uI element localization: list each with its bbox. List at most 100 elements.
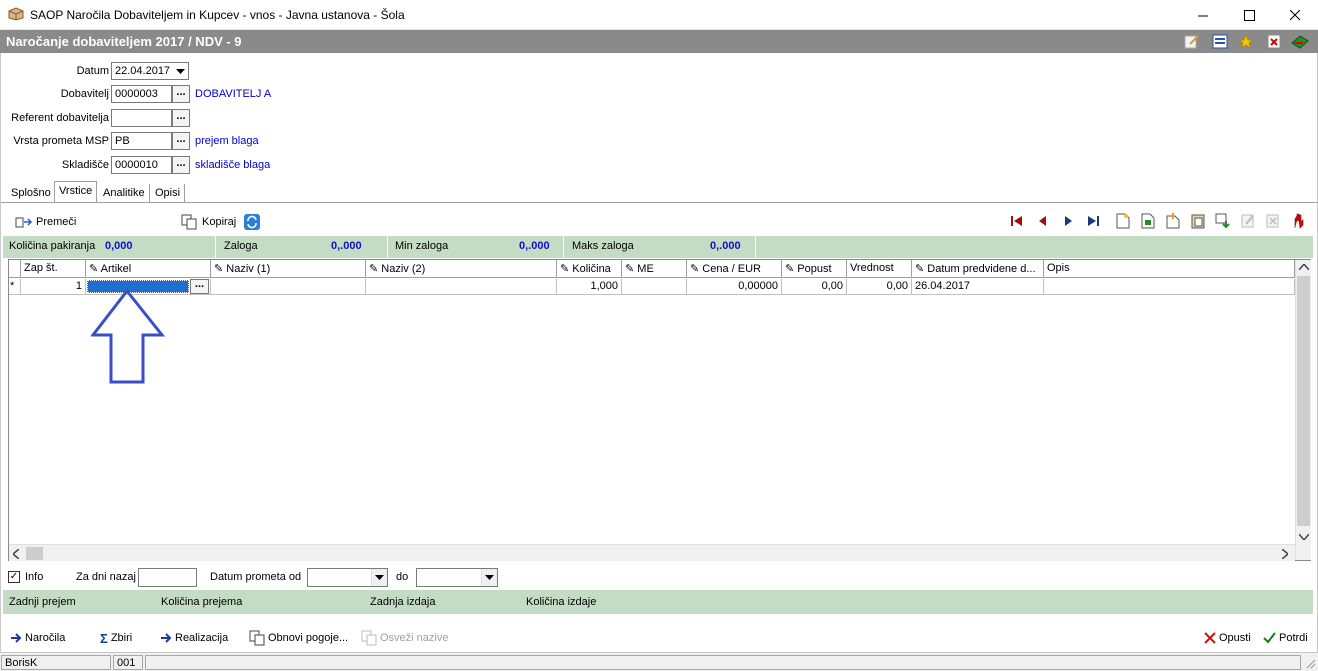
cell-naziv2[interactable] — [366, 279, 557, 295]
vrsta-prometa-field[interactable]: PB — [111, 132, 172, 150]
last-record-icon — [1088, 216, 1099, 226]
maximize-button[interactable] — [1226, 0, 1272, 30]
zadnja-izdaja-label: Zadnja izdaja — [370, 596, 436, 608]
tab-splosno[interactable]: Splošno — [7, 184, 56, 203]
copy-row-button[interactable] — [1138, 212, 1158, 230]
first-record-button[interactable] — [1007, 212, 1027, 230]
realizacija-label: Realizacija — [175, 632, 229, 644]
opusti-label: Opusti — [1219, 632, 1251, 644]
cancel-edit-button — [1263, 212, 1283, 230]
za-dni-nazaj-input[interactable] — [138, 568, 197, 587]
referent-label: Referent dobavitelja — [11, 112, 109, 124]
next-record-button[interactable] — [1058, 212, 1078, 230]
cell-popust[interactable]: 0,00 — [782, 279, 847, 295]
horizontal-scroll-thumb[interactable] — [26, 547, 43, 560]
column-header-naziv1[interactable]: ✎ Naziv (1) — [211, 260, 366, 278]
annotation-up-arrow-icon — [91, 289, 165, 384]
referent-browse-button[interactable]: ... — [172, 109, 190, 127]
row-marker: * — [9, 279, 21, 295]
close-form-button[interactable] — [1265, 33, 1283, 50]
favorite-button[interactable] — [1237, 33, 1255, 50]
dobavitelj-browse-button[interactable]: ... — [172, 85, 190, 103]
min-zaloga-cell: Min zaloga 0,.000 — [389, 236, 564, 258]
pencil-icon: ✎ — [560, 263, 570, 275]
resize-grip-icon[interactable] — [1304, 657, 1316, 669]
realizacija-button[interactable]: Realizacija — [160, 628, 228, 648]
form-header: Naročanje dobaviteljem 2017 / NDV - 9 — [0, 30, 1318, 53]
close-icon — [1289, 9, 1300, 20]
scroll-down-icon[interactable] — [1299, 534, 1309, 540]
datum-do-arrow[interactable] — [481, 569, 497, 586]
import-row-button[interactable] — [1213, 212, 1233, 230]
tab-analitike[interactable]: Analitike — [99, 184, 150, 203]
tab-opisi[interactable]: Opisi — [151, 184, 186, 203]
stop-button[interactable] — [1288, 212, 1308, 230]
column-header-vrednost[interactable]: Vrednost — [847, 260, 912, 278]
zbiri-button[interactable]: Σ Zbiri — [100, 628, 132, 648]
potrdi-button[interactable]: Potrdi — [1263, 628, 1308, 648]
datum-dropdown-button[interactable] — [172, 63, 188, 79]
narocila-button[interactable]: Naročila — [10, 628, 65, 648]
obnovi-pogoje-button[interactable]: Obnovi pogoje... — [249, 628, 348, 648]
paste-row-button[interactable] — [1188, 212, 1208, 230]
cell-zap[interactable]: 1 — [21, 279, 86, 295]
column-header-zap[interactable]: Zap št. — [21, 260, 86, 278]
cell-naziv1[interactable] — [211, 279, 366, 295]
insert-row-button[interactable] — [1163, 212, 1183, 230]
column-header-cena[interactable]: ✎ Cena / EUR — [687, 260, 782, 278]
vrsta-prometa-desc: prejem blaga — [195, 135, 259, 147]
column-header-artikel[interactable]: ✎ Artikel — [86, 260, 211, 278]
datum-od-dropdown[interactable] — [307, 568, 388, 587]
info-checkbox[interactable]: ✓ — [8, 571, 20, 583]
tab-vrstice[interactable]: Vrstice — [54, 181, 98, 203]
form-layout-button[interactable] — [1211, 33, 1229, 50]
minimize-button[interactable] — [1180, 0, 1226, 30]
horizontal-scrollbar[interactable] — [9, 544, 1295, 561]
new-row-button[interactable] — [1113, 212, 1133, 230]
arrow-right-icon — [161, 633, 172, 643]
premeci-button[interactable]: Premeči — [15, 212, 76, 232]
kolicina-pakiranja-value: 0,000 — [105, 240, 133, 252]
kopiraj-button[interactable]: Kopiraj — [181, 212, 236, 232]
tab-splosno-label: Splošno — [11, 187, 51, 199]
cell-opis[interactable] — [1044, 279, 1295, 295]
datum-od-arrow[interactable] — [371, 569, 387, 586]
skladisce-browse-button[interactable]: ... — [172, 156, 190, 174]
referent-field[interactable] — [111, 109, 172, 127]
exit-button[interactable] — [1291, 33, 1309, 50]
datum-do-dropdown[interactable] — [416, 568, 498, 587]
refresh-button[interactable] — [244, 212, 260, 232]
vrsta-prometa-browse-button[interactable]: ... — [172, 132, 190, 150]
vertical-scrollbar[interactable] — [1295, 260, 1311, 560]
column-header-naziv2[interactable]: ✎ Naziv (2) — [366, 260, 557, 278]
close-button[interactable] — [1272, 0, 1318, 30]
last-record-button[interactable] — [1083, 212, 1103, 230]
column-header-me[interactable]: ✎ ME — [622, 260, 687, 278]
skladisce-field[interactable]: 0000010 — [111, 156, 172, 174]
column-header-kolicina[interactable]: ✎ Količina — [557, 260, 622, 278]
row-indicator-header — [9, 260, 21, 278]
column-header-datum[interactable]: ✎ Datum predvidene d... — [912, 260, 1044, 278]
vertical-scroll-thumb[interactable] — [1297, 276, 1310, 526]
column-header-popust[interactable]: ✎ Popust — [782, 260, 847, 278]
scroll-left-icon[interactable] — [13, 549, 19, 559]
chevron-down-icon — [375, 575, 384, 580]
column-header-opis[interactable]: Opis — [1044, 260, 1295, 278]
previous-record-button[interactable] — [1033, 212, 1053, 230]
column-header-me-label: ME — [637, 263, 654, 275]
article-info-strip: Količina pakiranja 0,000 Zaloga 0,.000 M… — [3, 236, 1313, 258]
min-zaloga-label: Min zaloga — [395, 240, 449, 252]
column-header-datum-label: Datum predvidene d... — [927, 263, 1036, 275]
scroll-up-icon[interactable] — [1299, 264, 1309, 270]
artikel-browse-button[interactable]: ... — [190, 279, 209, 294]
opusti-button[interactable]: Opusti — [1204, 628, 1251, 648]
cell-me[interactable] — [622, 279, 687, 295]
edit-note-button[interactable] — [1183, 33, 1201, 50]
cell-vrednost[interactable]: 0,00 — [847, 279, 912, 295]
kolicina-izdaje-label: Količina izdaje — [526, 596, 597, 608]
cell-kolicina[interactable]: 1,000 — [557, 279, 622, 295]
dobavitelj-field[interactable]: 0000003 — [111, 85, 172, 103]
cell-cena[interactable]: 0,00000 — [687, 279, 782, 295]
scroll-right-icon[interactable] — [1282, 549, 1288, 559]
cell-datum[interactable]: 26.04.2017 — [912, 279, 1044, 295]
